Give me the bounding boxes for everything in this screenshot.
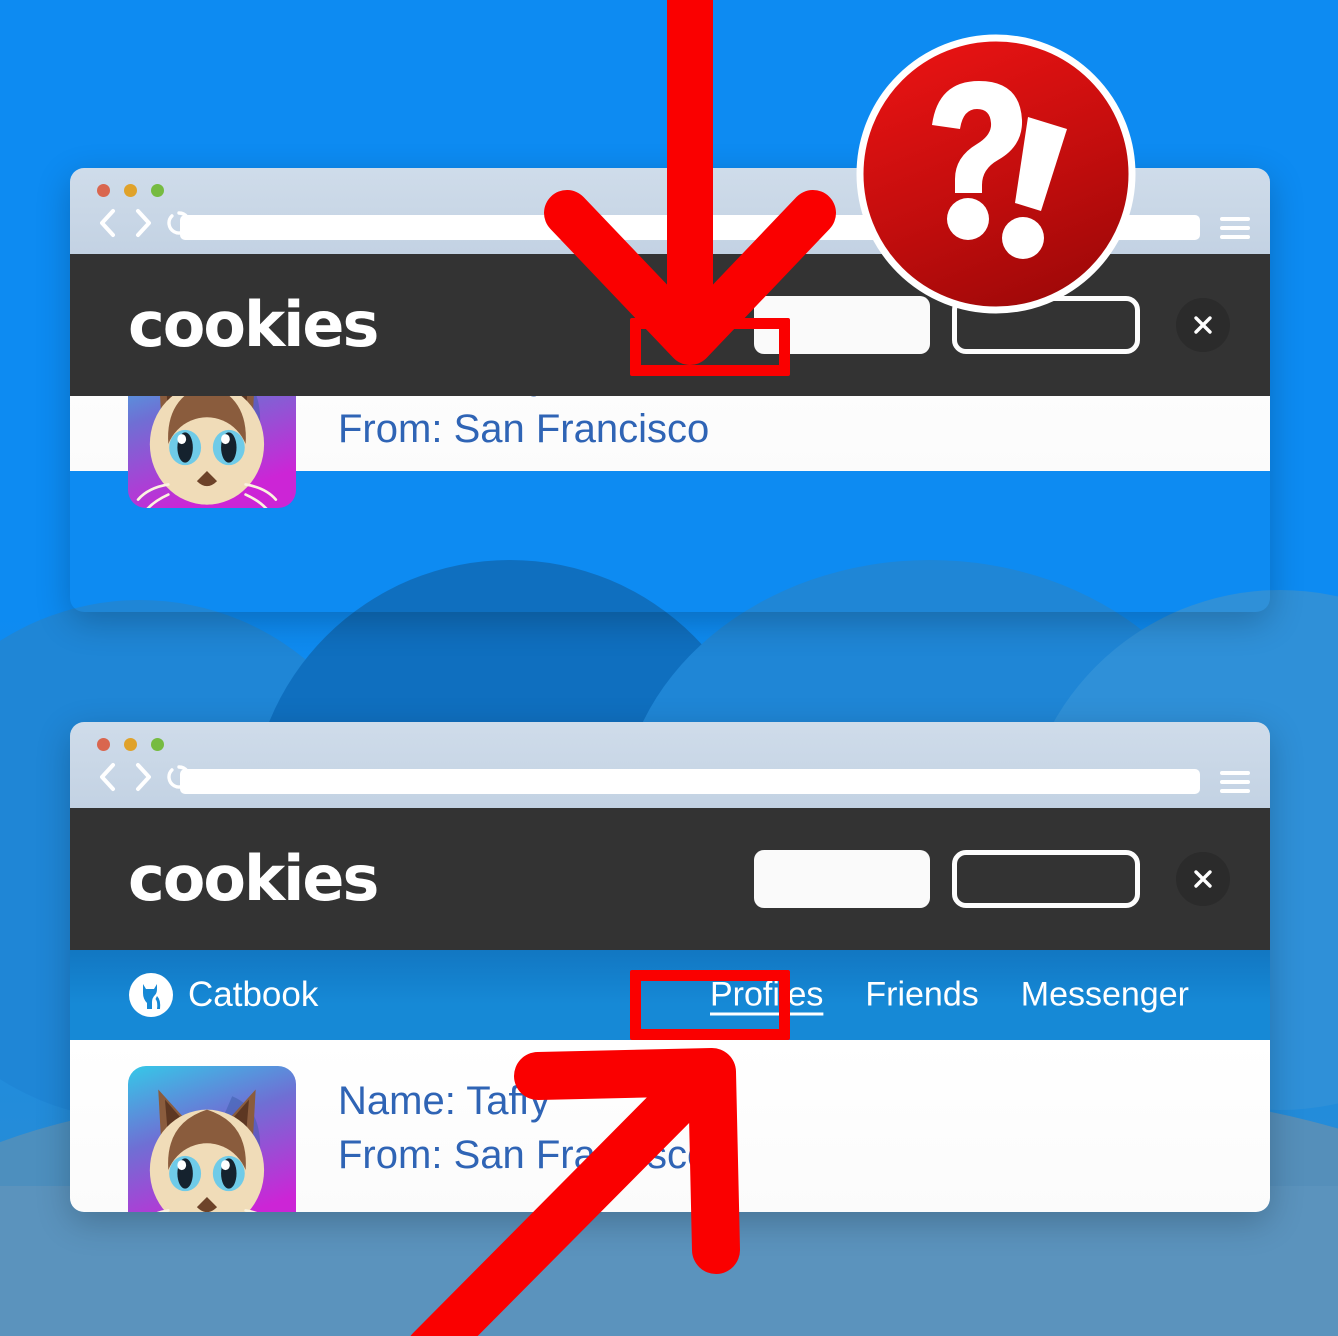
nav-link-profiles[interactable]: Profiles: [710, 976, 823, 1015]
brand[interactable]: Catbook: [128, 972, 318, 1018]
chevron-right-icon[interactable]: [128, 208, 158, 238]
profile-card: Name: Taffy From: San Francisco: [70, 1040, 1270, 1212]
chevron-right-icon[interactable]: [128, 762, 158, 792]
browser-nav-buttons: [92, 762, 194, 792]
screenshot-stage: Catbook Profiles Friends Messenger: [0, 0, 1338, 1336]
cookie-consent-banner: cookies: [70, 808, 1270, 950]
profile-fields: Name: Taffy From: San Francisco: [338, 1066, 709, 1212]
profile-from-value: San Francisco: [453, 1133, 710, 1177]
chevron-left-icon[interactable]: [92, 208, 122, 238]
cookie-close-button[interactable]: [1176, 298, 1230, 352]
browser-window-bottom: cookies Catbook Profiles Friends Messeng…: [70, 722, 1270, 1212]
minimize-window-button[interactable]: [124, 738, 137, 751]
profile-name-label: Name:: [338, 1079, 456, 1123]
nav-link-messenger[interactable]: Messenger: [1021, 976, 1189, 1015]
site-nav-bar: Catbook Profiles Friends Messenger: [70, 950, 1270, 1040]
close-window-button[interactable]: [97, 184, 110, 197]
minimize-window-button[interactable]: [124, 184, 137, 197]
cookie-banner-logo: cookies: [128, 288, 379, 361]
brand-name: Catbook: [188, 975, 319, 1014]
profile-name-value: Taffy: [466, 1079, 550, 1123]
cookie-banner-actions: [754, 850, 1140, 908]
nav-links: Profiles Friends Messenger: [710, 976, 1189, 1015]
cookie-close-button[interactable]: [1176, 852, 1230, 906]
traffic-lights: [97, 184, 164, 197]
nav-link-friends[interactable]: Friends: [865, 976, 978, 1015]
browser-chrome: [70, 722, 1270, 808]
profile-from-value: San Francisco: [453, 407, 710, 451]
profile-name-row: Name: Taffy: [338, 1074, 709, 1128]
profile-from-row: From: San Francisco: [338, 402, 709, 456]
question-exclamation-badge: [855, 33, 1137, 315]
hamburger-menu-icon[interactable]: [1220, 769, 1250, 794]
cookie-decline-button[interactable]: [952, 850, 1140, 908]
profile-from-label: From:: [338, 407, 443, 451]
chevron-left-icon[interactable]: [92, 762, 122, 792]
catbook-cat-logo-icon: [128, 972, 174, 1018]
profile-from-row: From: San Francisco: [338, 1128, 709, 1182]
url-address-bar[interactable]: [180, 769, 1200, 794]
traffic-lights: [97, 738, 164, 751]
browser-nav-buttons: [92, 208, 194, 238]
close-x-icon: [1194, 870, 1212, 888]
maximize-window-button[interactable]: [151, 738, 164, 751]
siamese-cat-avatar: [128, 1066, 296, 1212]
cookie-banner-logo: cookies: [128, 842, 379, 915]
profile-from-label: From:: [338, 1133, 443, 1177]
maximize-window-button[interactable]: [151, 184, 164, 197]
cookie-accept-button[interactable]: [754, 850, 930, 908]
hamburger-menu-icon[interactable]: [1220, 215, 1250, 240]
close-window-button[interactable]: [97, 738, 110, 751]
close-x-icon: [1194, 316, 1212, 334]
